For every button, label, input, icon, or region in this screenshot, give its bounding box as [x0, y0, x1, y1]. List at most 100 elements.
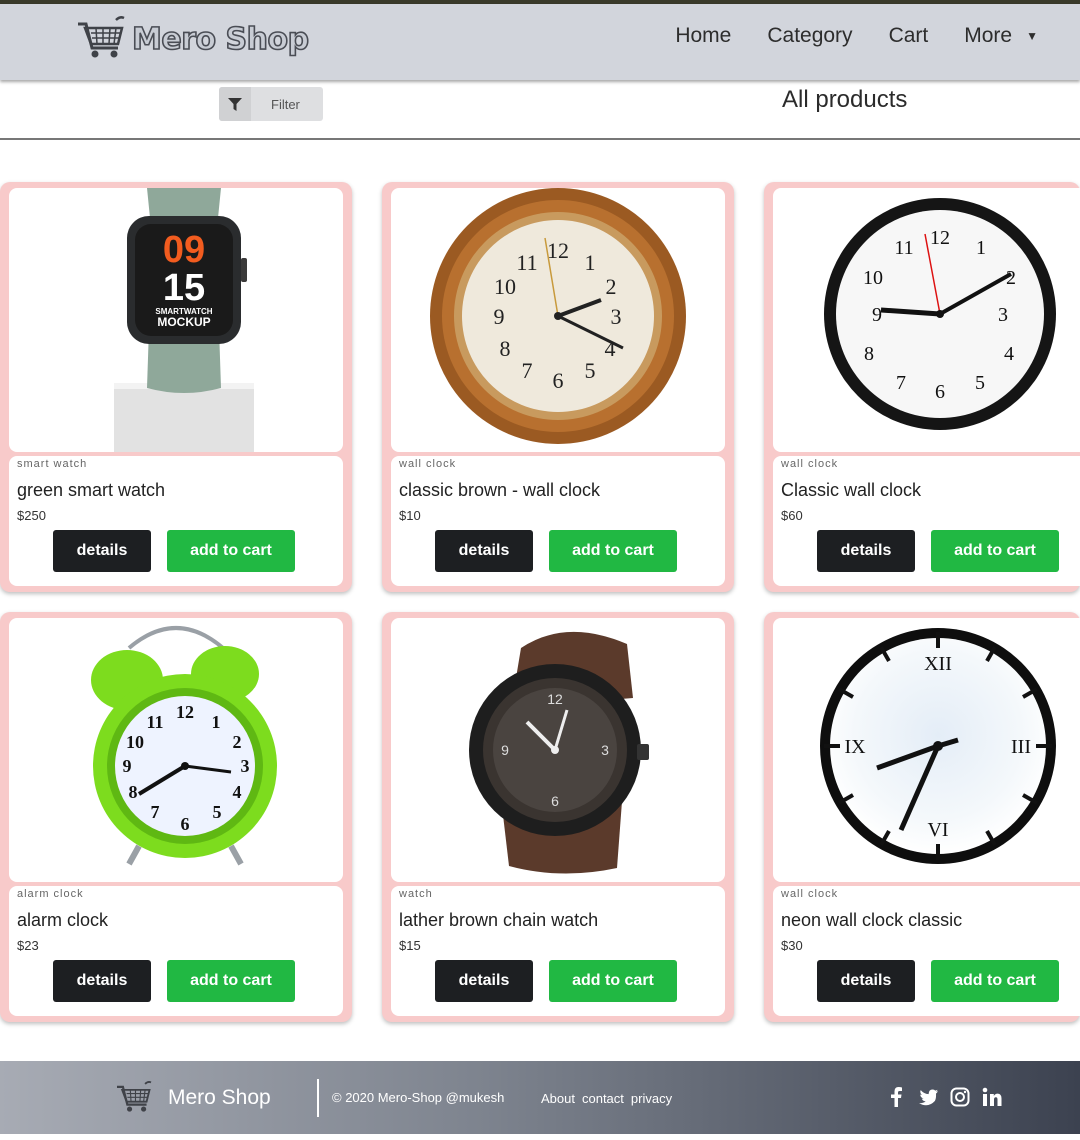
numeral-xii: XII [924, 653, 952, 675]
svg-text:3: 3 [998, 304, 1008, 326]
twitter-icon[interactable] [918, 1087, 938, 1107]
product-price: $60 [781, 508, 803, 523]
svg-text:4: 4 [233, 782, 242, 802]
details-button[interactable]: details [435, 530, 533, 572]
svg-text:1: 1 [585, 250, 596, 275]
svg-text:12: 12 [547, 691, 563, 707]
product-category: watch [399, 888, 433, 900]
product-category: alarm clock [17, 888, 84, 900]
product-image[interactable]: 12 3 6 9 1245 7 8 10 11 [391, 188, 725, 452]
svg-text:8: 8 [500, 336, 511, 361]
nav-more-label: More [964, 24, 1013, 47]
product-card: XII III VI IX wall clock neon wall clock… [764, 612, 1080, 1022]
page-title: All products [782, 86, 908, 113]
neon-wall-clock-image: XII III VI IX [820, 628, 1056, 864]
product-category: wall clock [781, 888, 839, 900]
product-image[interactable]: 12 3 6 9 [391, 618, 725, 882]
svg-text:3: 3 [611, 304, 622, 329]
svg-text:10: 10 [126, 732, 144, 752]
svg-text:7: 7 [896, 372, 906, 394]
product-card: 12 3 6 9 1245 7 8 10 11 wall clock Classic wal… [764, 182, 1080, 592]
product-card: 12 3 6 9 1245 7 8 10 11 wall clock classic bro… [382, 182, 734, 592]
watch-minutes: 15 [163, 267, 205, 309]
product-image[interactable]: 12 3 6 9 1245 7 8 10 11 [773, 188, 1080, 452]
svg-text:11: 11 [146, 712, 163, 732]
nav-more-dropdown[interactable]: More ▼ [964, 24, 1038, 48]
footer-link-privacy[interactable]: privacy [631, 1091, 672, 1106]
svg-text:5: 5 [975, 372, 985, 394]
numeral-ix: IX [844, 736, 866, 758]
product-price: $30 [781, 938, 803, 953]
details-button[interactable]: details [435, 960, 533, 1002]
svg-text:9: 9 [501, 742, 509, 758]
classic-wall-clock-image: 12369 1245 781011 [824, 198, 1056, 430]
add-to-cart-button[interactable]: add to cart [167, 960, 295, 1002]
social-links [886, 1087, 1002, 1107]
footer-brand[interactable]: Mero Shop [114, 1081, 271, 1115]
product-info: wall clock classic brown - wall clock $1… [391, 456, 725, 586]
product-name[interactable]: neon wall clock classic [781, 910, 962, 931]
smart-watch-image: 09 15 SMARTWATCH MOCKUP [114, 188, 254, 452]
product-image[interactable]: 12 3 6 9 1245 7 8 10 11 [9, 618, 343, 882]
nav-category[interactable]: Category [767, 24, 852, 48]
linkedin-icon[interactable] [982, 1087, 1002, 1107]
footer-brand-name: Mero Shop [168, 1086, 271, 1109]
svg-text:7: 7 [151, 802, 160, 822]
svg-text:10: 10 [863, 267, 883, 289]
instagram-icon[interactable] [950, 1087, 970, 1107]
caret-down-icon: ▼ [1026, 29, 1038, 43]
product-image[interactable]: 09 15 SMARTWATCH MOCKUP [9, 188, 343, 452]
svg-text:12: 12 [176, 702, 194, 722]
product-name[interactable]: lather brown chain watch [399, 910, 598, 931]
svg-text:1: 1 [976, 237, 986, 259]
product-image[interactable]: XII III VI IX [773, 618, 1080, 882]
footer-link-contact[interactable]: contact [582, 1091, 624, 1106]
watch-caption-2: MOCKUP [157, 315, 210, 329]
svg-text:3: 3 [601, 742, 609, 758]
svg-text:9: 9 [494, 304, 505, 329]
product-card: 12 3 6 9 watch lather brown chain watch $15… [382, 612, 734, 1022]
toolbar: Filter All products [0, 80, 1080, 140]
watch-hours: 09 [163, 229, 205, 271]
facebook-icon[interactable] [886, 1087, 906, 1107]
product-price: $10 [399, 508, 421, 523]
footer-divider [317, 1079, 319, 1117]
product-name[interactable]: green smart watch [17, 480, 165, 501]
details-button[interactable]: details [817, 960, 915, 1002]
svg-text:5: 5 [585, 358, 596, 383]
product-info: smart watch green smart watch $250 detai… [9, 456, 343, 586]
product-card: 12 3 6 9 12 45 7 8 10 11 alarm clock alarm cloc… [0, 612, 352, 1022]
add-to-cart-button[interactable]: add to cart [549, 960, 677, 1002]
footer-link-about[interactable]: About [541, 1091, 575, 1106]
filter-button[interactable]: Filter [219, 87, 323, 121]
details-button[interactable]: details [53, 960, 151, 1002]
details-button[interactable]: details [817, 530, 915, 572]
product-name[interactable]: alarm clock [17, 910, 108, 931]
add-to-cart-button[interactable]: add to cart [931, 960, 1059, 1002]
add-to-cart-button[interactable]: add to cart [167, 530, 295, 572]
svg-text:11: 11 [516, 250, 537, 275]
product-price: $15 [399, 938, 421, 953]
nav-cart[interactable]: Cart [889, 24, 929, 48]
nav-home[interactable]: Home [675, 24, 731, 48]
product-category: wall clock [781, 458, 839, 470]
svg-text:10: 10 [494, 274, 516, 299]
svg-text:8: 8 [864, 343, 874, 365]
product-name[interactable]: classic brown - wall clock [399, 480, 600, 501]
brown-wall-clock-image: 12369 1245 781011 [430, 188, 686, 444]
add-to-cart-button[interactable]: add to cart [931, 530, 1059, 572]
svg-text:6: 6 [551, 793, 559, 809]
numeral-iii: III [1011, 736, 1031, 758]
numeral-vi: VI [927, 819, 948, 841]
add-to-cart-button[interactable]: add to cart [549, 530, 677, 572]
product-name[interactable]: Classic wall clock [781, 480, 921, 501]
svg-text:4: 4 [1004, 343, 1014, 365]
footer: Mero Shop © 2020 Mero-Shop @mukesh About… [0, 1061, 1080, 1134]
svg-text:6: 6 [181, 814, 190, 834]
top-navbar: Mero Shop Home Category Cart More ▼ [0, 4, 1080, 80]
svg-text:2: 2 [233, 732, 242, 752]
brand-name: Mero Shop [131, 21, 310, 58]
footer-links: About contact privacy [541, 1091, 672, 1106]
details-button[interactable]: details [53, 530, 151, 572]
brand-logo[interactable]: Mero Shop [76, 16, 310, 62]
